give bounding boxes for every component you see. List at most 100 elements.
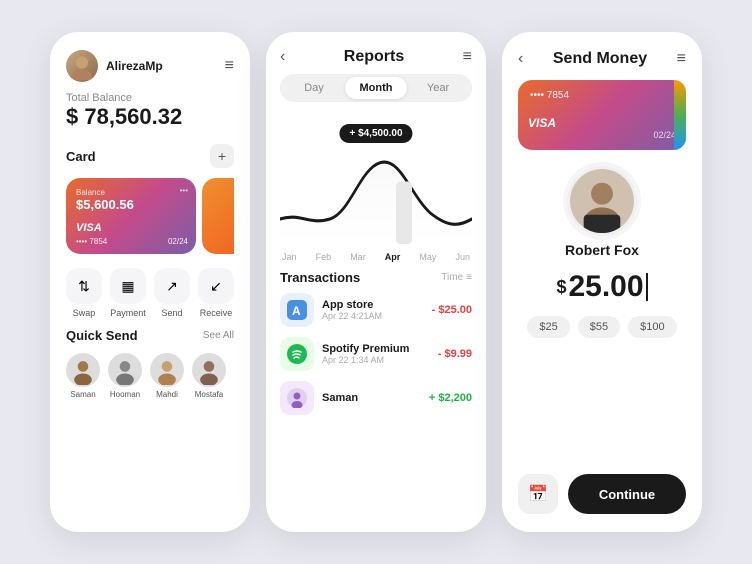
spotify-name: Spotify Premium	[322, 343, 430, 355]
send-money-menu-icon[interactable]: ≡	[677, 50, 686, 68]
payment-icon: ▦	[110, 268, 146, 304]
period-tabs: Day Month Year	[280, 74, 472, 102]
chart-area: + $4,500.00	[280, 114, 472, 244]
tab-day[interactable]: Day	[283, 77, 345, 99]
month-jan: Jan	[282, 252, 297, 262]
actions-row: ⇅ Swap ▦ Payment ↗ Send ↙ Receive	[66, 268, 234, 318]
amount-dollar-sign: $	[556, 277, 566, 298]
add-card-button[interactable]: +	[210, 144, 234, 168]
payment-label: Payment	[110, 308, 146, 318]
month-labels: Jan Feb Mar Apr May Jun	[280, 252, 472, 262]
recipient-name: Robert Fox	[565, 242, 639, 258]
month-mar: Mar	[350, 252, 366, 262]
right-nav: ‹ Send Money ≡	[518, 50, 686, 68]
saman-amount: + $2,200	[429, 392, 472, 404]
spotify-icon	[280, 337, 314, 371]
payment-action[interactable]: ▦ Payment	[110, 268, 146, 318]
left-panel: AlirezaMp ≡ Total Balance $ 78,560.32 Ca…	[50, 32, 250, 532]
contact-avatar-mahdi	[150, 353, 184, 387]
send-icon: ↗	[154, 268, 190, 304]
right-card-expiry: 02/24	[653, 130, 676, 140]
balance-label: Total Balance	[66, 92, 234, 104]
continue-button[interactable]: Continue	[568, 474, 686, 514]
reports-title: Reports	[344, 48, 404, 66]
quick-send-avatars: Saman Hooman Mahdi Mostafa	[66, 353, 234, 399]
transaction-saman[interactable]: Saman + $2,200	[280, 381, 472, 415]
tab-month[interactable]: Month	[345, 77, 407, 99]
quick-send-label: Quick Send	[66, 328, 138, 343]
username: AlirezaMp	[106, 59, 163, 73]
transaction-spotify[interactable]: Spotify Premium Apr 22 1:34 AM - $9.99	[280, 337, 472, 371]
swap-label: Swap	[73, 308, 96, 318]
send-money-card[interactable]: VISA •••• 7854 02/24	[518, 80, 686, 150]
cards-row: Balance $5,600.56 ••• VISA •••• 7854 02/…	[66, 178, 234, 254]
receive-action[interactable]: ↙ Receive	[198, 268, 234, 318]
card-section-header: Card +	[66, 144, 234, 168]
contact-mahdi[interactable]: Mahdi	[150, 353, 184, 399]
recipient-section: Robert Fox	[518, 166, 686, 258]
chart-tooltip: + $4,500.00	[339, 124, 412, 143]
menu-icon[interactable]: ≡	[225, 57, 234, 75]
contact-name-hooman: Hooman	[110, 390, 140, 399]
transactions-list: A App store Apr 22 4:21AM - $25.00 Spoti…	[280, 293, 472, 415]
right-visa-logo: VISA	[528, 116, 556, 130]
credit-card-1[interactable]: Balance $5,600.56 ••• VISA •••• 7854 02/…	[66, 178, 196, 254]
balance-amount: $ 78,560.32	[66, 104, 234, 130]
send-action[interactable]: ↗ Send	[154, 268, 190, 318]
swap-action[interactable]: ⇅ Swap	[66, 268, 102, 318]
spotify-date: Apr 22 1:34 AM	[322, 355, 430, 365]
month-feb: Feb	[316, 252, 332, 262]
transactions-label: Transactions	[280, 270, 360, 285]
contact-name-saman: Saman	[70, 390, 95, 399]
transaction-appstore[interactable]: A App store Apr 22 4:21AM - $25.00	[280, 293, 472, 327]
svg-text:A: A	[292, 304, 301, 318]
quick-amounts: $25 $55 $100	[518, 316, 686, 338]
saman-icon	[280, 381, 314, 415]
card-color-accent	[674, 80, 686, 150]
calendar-button[interactable]: 📅	[518, 474, 558, 514]
right-back-button[interactable]: ‹	[518, 50, 523, 68]
contact-saman[interactable]: Saman	[66, 353, 100, 399]
avatar	[66, 50, 98, 82]
user-header: AlirezaMp ≡	[66, 50, 234, 82]
visa-logo: VISA	[76, 222, 102, 234]
send-money-title: Send Money	[553, 50, 647, 68]
contact-mostafa[interactable]: Mostafa	[192, 353, 226, 399]
month-may: May	[419, 252, 436, 262]
card-balance-label: Balance	[76, 188, 186, 197]
swap-icon: ⇅	[66, 268, 102, 304]
amount-display: $ 25.00	[518, 270, 686, 304]
receive-icon: ↙	[198, 268, 234, 304]
transactions-header: Transactions Time ≡	[280, 270, 472, 285]
back-button[interactable]: ‹	[280, 48, 285, 66]
spotify-amount: - $9.99	[438, 348, 472, 360]
quick-amount-55[interactable]: $55	[578, 316, 620, 338]
card-expiry: 02/24	[168, 237, 188, 246]
reports-menu-icon[interactable]: ≡	[463, 48, 472, 66]
line-chart	[280, 144, 472, 244]
balance-section: Total Balance $ 78,560.32	[66, 92, 234, 130]
amount-cursor	[646, 273, 648, 301]
bottom-actions: 📅 Continue	[518, 474, 686, 514]
quick-amount-25[interactable]: $25	[527, 316, 569, 338]
credit-card-2[interactable]	[202, 178, 234, 254]
contact-avatar-saman	[66, 353, 100, 387]
appstore-amount: - $25.00	[432, 304, 472, 316]
amount-value: 25.00	[568, 270, 643, 304]
saman-name: Saman	[322, 392, 421, 404]
contact-hooman[interactable]: Hooman	[108, 353, 142, 399]
contact-name-mostafa: Mostafa	[195, 390, 223, 399]
card-label: Card	[66, 149, 96, 164]
card-options-icon: •••	[180, 186, 188, 195]
appstore-name: App store	[322, 299, 424, 311]
right-card-number: •••• 7854	[530, 90, 674, 101]
appstore-icon: A	[280, 293, 314, 327]
see-all-link[interactable]: See All	[203, 330, 234, 341]
time-filter[interactable]: Time ≡	[441, 272, 472, 283]
quick-send-header: Quick Send See All	[66, 328, 234, 343]
contact-avatar-hooman	[108, 353, 142, 387]
appstore-info: App store Apr 22 4:21AM	[322, 299, 424, 321]
contact-avatar-mostafa	[192, 353, 226, 387]
quick-amount-100[interactable]: $100	[628, 316, 676, 338]
tab-year[interactable]: Year	[407, 77, 469, 99]
